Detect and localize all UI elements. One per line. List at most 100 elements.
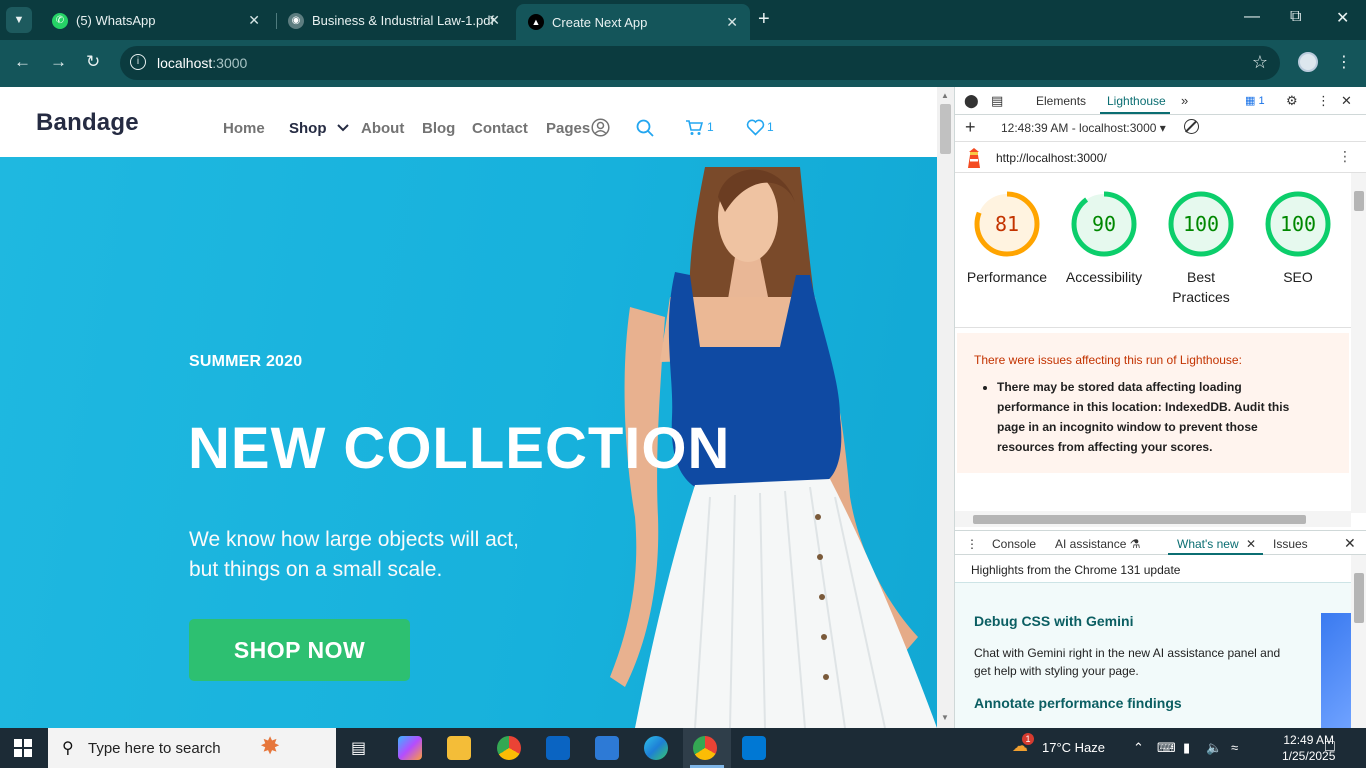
gauge-performance[interactable]: 81 Performance xyxy=(962,191,1052,287)
close-tab-icon[interactable]: ✕ xyxy=(488,12,500,29)
close-tab-icon[interactable]: ✕ xyxy=(1246,537,1256,551)
tab-create-next-app[interactable]: ▲ Create Next App ✕ xyxy=(516,4,750,40)
gauge-score: 90 xyxy=(1092,212,1116,236)
profile-avatar[interactable] xyxy=(1298,52,1318,72)
url-text[interactable]: localhost:3000 xyxy=(157,55,247,71)
close-tab-icon[interactable]: ✕ xyxy=(248,12,260,29)
new-report-icon[interactable]: + xyxy=(965,117,976,138)
store-icon[interactable] xyxy=(595,736,619,760)
weather-text[interactable]: 17°C Haze xyxy=(1042,740,1105,755)
copilot-icon[interactable] xyxy=(398,736,422,760)
nav-about[interactable]: About xyxy=(361,120,404,137)
new-tab-button[interactable]: + xyxy=(758,8,770,31)
drawer-menu-icon[interactable]: ⋮ xyxy=(966,537,978,551)
window-close-icon[interactable]: ✕ xyxy=(1336,8,1349,28)
brand-logo[interactable]: Bandage xyxy=(36,109,139,137)
tab-search-button[interactable]: ▼ xyxy=(6,7,32,33)
settings-gear-icon[interactable]: ⚙ xyxy=(1286,93,1298,109)
forward-icon[interactable]: → xyxy=(50,52,67,72)
page-scrollbar[interactable]: ▲ ▼ xyxy=(937,87,954,728)
tab-whatsapp[interactable]: ✆ (5) WhatsApp ✕ xyxy=(40,4,272,37)
address-bar[interactable]: i localhost:3000 ☆ xyxy=(120,46,1280,80)
tab-elements[interactable]: Elements xyxy=(1036,94,1086,108)
restore-icon[interactable]: ⧉ xyxy=(1290,8,1301,26)
scrollbar-thumb[interactable] xyxy=(1354,191,1364,211)
tab-ai-assistance[interactable]: AI assistance ⚗ xyxy=(1055,537,1140,551)
tab-whats-new[interactable]: What's new ✕ xyxy=(1177,537,1256,551)
tab-ai-assistance-label: AI assistance xyxy=(1055,537,1127,551)
article-title[interactable]: Debug CSS with Gemini xyxy=(974,613,1133,629)
scroll-up-icon[interactable]: ▲ xyxy=(941,91,949,100)
bookmark-star-icon[interactable]: ☆ xyxy=(1252,52,1268,73)
highlights-header: Highlights from the Chrome 131 update xyxy=(955,555,1351,583)
scrollbar-thumb[interactable] xyxy=(973,515,1306,524)
search-icon[interactable] xyxy=(636,119,654,137)
taskbar: ⚲ Type here to search ✸ ▤ ☁ 1 17°C Haze … xyxy=(0,728,1366,768)
taskbar-search[interactable]: ⚲ Type here to search ✸ xyxy=(48,728,336,768)
show-hidden-icons[interactable]: ⌃ xyxy=(1133,740,1144,756)
user-icon[interactable] xyxy=(591,118,610,137)
more-tabs-icon[interactable]: » xyxy=(1181,93,1188,108)
heart-icon[interactable] xyxy=(746,119,765,136)
issues-counter[interactable]: ▦ 1 xyxy=(1245,94,1265,107)
inspect-element-icon[interactable]: ⬤ xyxy=(964,93,979,109)
tab-pdf[interactable]: ◉ Business & Industrial Law-1.pdf ✕ xyxy=(276,4,512,37)
nav-blog[interactable]: Blog xyxy=(422,120,455,137)
nav-contact[interactable]: Contact xyxy=(472,120,528,137)
highlights-title: Highlights from the Chrome 131 update xyxy=(971,563,1181,577)
drawer-scrollbar[interactable] xyxy=(1351,555,1366,728)
nav-home[interactable]: Home xyxy=(223,120,265,137)
chrome-active-icon[interactable] xyxy=(693,736,717,760)
close-drawer-icon[interactable]: ✕ xyxy=(1344,535,1356,552)
clear-reports-icon[interactable] xyxy=(1184,119,1199,134)
tab-title: (5) WhatsApp xyxy=(76,13,156,28)
scroll-down-icon[interactable]: ▼ xyxy=(941,713,949,722)
devtools-panel: ⬤ ▤ Elements Lighthouse » ▦ 1 ⚙ ⋮ ✕ + 12… xyxy=(954,87,1366,728)
lighthouse-vertical-scrollbar[interactable] xyxy=(1351,173,1366,513)
nav-shop[interactable]: Shop xyxy=(289,120,349,137)
chrome-icon[interactable] xyxy=(497,736,521,760)
report-url[interactable]: http://localhost:3000/ xyxy=(996,151,1107,165)
reload-icon[interactable]: ↻ xyxy=(86,52,100,72)
gauge-score: 100 xyxy=(1183,212,1219,236)
report-menu-icon[interactable]: ⋮ xyxy=(1338,148,1352,165)
gauge-accessibility[interactable]: 90 Accessibility xyxy=(1059,191,1149,287)
tab-lighthouse[interactable]: Lighthouse xyxy=(1107,94,1166,108)
search-highlight-icon: ✸ xyxy=(260,733,281,760)
close-tab-icon[interactable]: ✕ xyxy=(726,14,738,31)
tab-title: Create Next App xyxy=(552,14,648,30)
vscode-icon[interactable] xyxy=(742,736,766,760)
task-view-icon[interactable]: ▤ xyxy=(351,738,366,758)
edge-icon[interactable] xyxy=(644,736,668,760)
cart-icon[interactable] xyxy=(685,119,703,136)
minimize-icon[interactable]: — xyxy=(1244,8,1260,26)
gauge-seo[interactable]: 100 SEO xyxy=(1253,191,1343,287)
shop-now-button[interactable]: SHOP NOW xyxy=(189,619,410,681)
close-devtools-icon[interactable]: ✕ xyxy=(1341,93,1352,109)
hero-kicker: SUMMER 2020 xyxy=(189,353,303,370)
site-info-icon[interactable]: i xyxy=(130,54,146,70)
notifications-icon[interactable]: □ xyxy=(1325,738,1335,756)
nextjs-icon: ▲ xyxy=(528,14,544,30)
outlook-icon[interactable] xyxy=(546,736,570,760)
back-icon[interactable]: ← xyxy=(14,52,31,72)
scrollbar-thumb[interactable] xyxy=(1354,573,1364,623)
battery-icon[interactable]: ▮ xyxy=(1183,740,1190,756)
gauge-best-practices[interactable]: 100 Best Practices xyxy=(1156,191,1246,307)
tab-console[interactable]: Console xyxy=(992,537,1036,551)
device-toolbar-icon[interactable]: ▤ xyxy=(991,93,1003,109)
report-selector[interactable]: 12:48:39 AM - localhost:3000 ▾ xyxy=(1001,121,1166,135)
lighthouse-horizontal-scrollbar[interactable] xyxy=(955,511,1351,527)
volume-icon[interactable]: 🔈 xyxy=(1206,740,1222,756)
devtools-menu-icon[interactable]: ⋮ xyxy=(1317,93,1330,109)
scrollbar-thumb[interactable] xyxy=(940,104,951,154)
tab-issues[interactable]: Issues xyxy=(1273,537,1308,551)
tab-whats-new-label: What's new xyxy=(1177,537,1239,551)
browser-menu-icon[interactable]: ⋮ xyxy=(1336,52,1352,72)
nav-pages[interactable]: Pages xyxy=(546,120,590,137)
windows-start-icon[interactable] xyxy=(14,739,32,757)
network-icon[interactable]: ≈ xyxy=(1231,740,1238,755)
input-method-icon[interactable]: ⌨ xyxy=(1157,740,1176,756)
file-explorer-icon[interactable] xyxy=(447,736,471,760)
article-title[interactable]: Annotate performance findings xyxy=(974,695,1182,711)
